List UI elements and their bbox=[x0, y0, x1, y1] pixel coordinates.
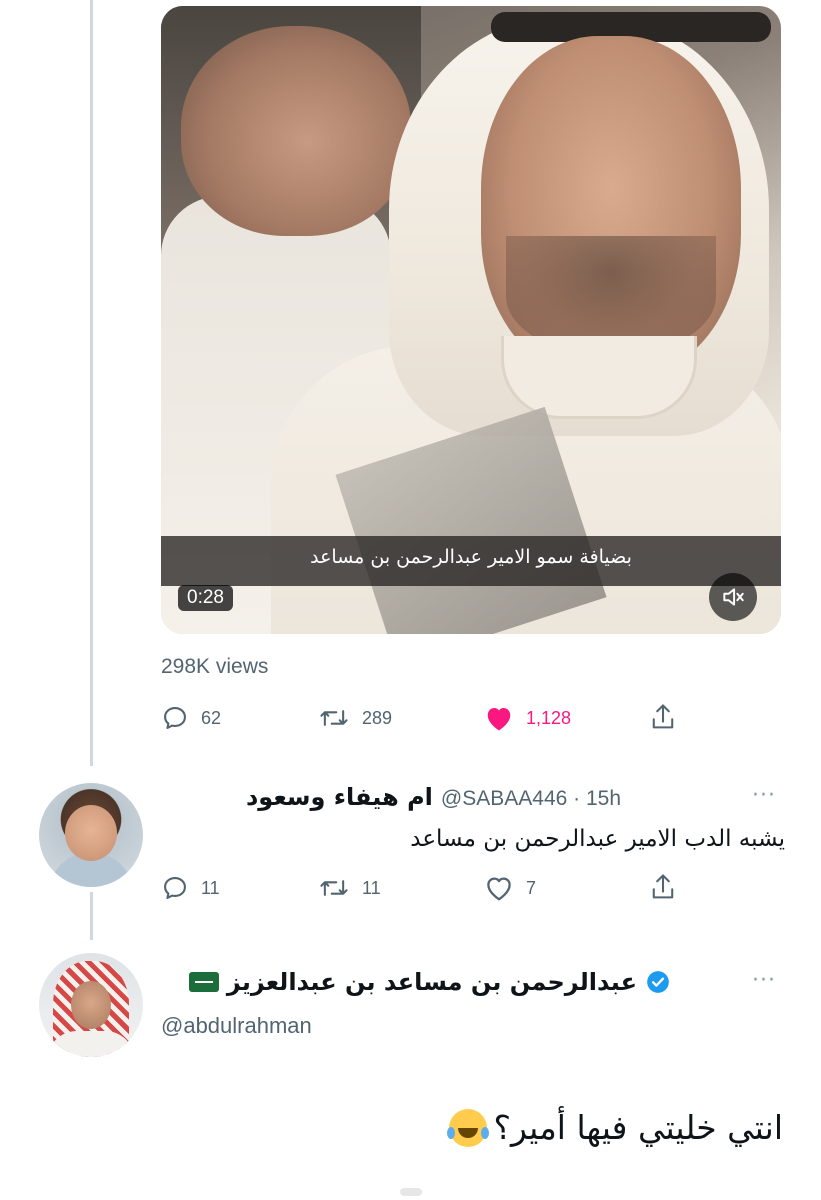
video-duration: 0:28 bbox=[178, 585, 233, 611]
reply-count: 11 bbox=[201, 877, 220, 898]
reply-button[interactable]: 62 bbox=[161, 704, 221, 732]
divider bbox=[400, 1188, 422, 1196]
avatar-figure-face bbox=[71, 981, 111, 1029]
display-name[interactable]: عبدالرحمن بن مساعد بن عبدالعزيز bbox=[227, 968, 637, 996]
display-name[interactable]: ام هيفاء وسعود bbox=[246, 783, 433, 811]
avatar[interactable] bbox=[39, 953, 143, 1057]
like-count: 1,128 bbox=[526, 707, 572, 728]
thread-line bbox=[90, 892, 93, 940]
heart-filled-icon bbox=[487, 708, 511, 731]
reply-text-content: انتي خليتي فيها أمير؟ bbox=[493, 1108, 783, 1147]
video-person-main-collar bbox=[501, 336, 697, 419]
like-button[interactable]: 1,128 bbox=[484, 704, 571, 732]
more-options-icon[interactable]: ··· bbox=[752, 783, 776, 808]
retweet-icon bbox=[320, 880, 348, 896]
retweet-icon bbox=[320, 710, 348, 726]
tears-of-joy-emoji-icon bbox=[447, 1108, 488, 1147]
heart-icon bbox=[487, 877, 511, 901]
reply2-header: عبدالرحمن بن مساعد بن عبدالعزيز bbox=[188, 968, 671, 996]
reply-icon bbox=[164, 707, 186, 729]
mute-button[interactable] bbox=[709, 573, 757, 621]
share-button[interactable] bbox=[649, 702, 677, 732]
speaker-muted-icon bbox=[723, 588, 744, 606]
reply-text: انتي خليتي فيها أمير؟ bbox=[447, 1108, 783, 1147]
share-icon bbox=[652, 704, 674, 729]
like-button[interactable]: 7 bbox=[484, 874, 536, 902]
avatar[interactable] bbox=[39, 783, 143, 887]
share-icon bbox=[652, 874, 674, 899]
reply-count: 62 bbox=[201, 707, 222, 728]
video-person-left-head bbox=[181, 26, 411, 236]
share-button[interactable] bbox=[649, 872, 677, 902]
verified-badge-icon bbox=[647, 971, 669, 993]
video-player[interactable]: بضيافة سمو الامير عبدالرحمن بن مساعد 0:2… bbox=[161, 6, 781, 634]
retweet-button[interactable]: 289 bbox=[318, 704, 392, 732]
video-caption: بضيافة سمو الامير عبدالرحمن بن مساعد bbox=[310, 546, 632, 568]
more-options-icon[interactable]: ··· bbox=[752, 968, 776, 993]
view-count: 298K views bbox=[161, 655, 269, 678]
reply-header: ام هيفاء وسعود @SABAA446 · 15h bbox=[246, 783, 621, 811]
retweet-button[interactable]: 11 bbox=[318, 874, 381, 902]
saudi-flag-icon bbox=[188, 972, 219, 992]
avatar-figure-face bbox=[65, 805, 117, 861]
retweet-count: 289 bbox=[362, 707, 393, 728]
reply-text: يشبه الدب الامير عبدالرحمن بن مساعد bbox=[410, 826, 785, 852]
like-count: 7 bbox=[526, 877, 537, 898]
handle-and-time[interactable]: @SABAA446 · 15h bbox=[441, 787, 621, 811]
handle[interactable]: @abdulrahman bbox=[161, 1013, 312, 1039]
thread-line bbox=[90, 0, 93, 766]
reply-icon bbox=[164, 877, 186, 899]
retweet-count: 11 bbox=[362, 877, 381, 898]
reply-button[interactable]: 11 bbox=[161, 874, 220, 902]
